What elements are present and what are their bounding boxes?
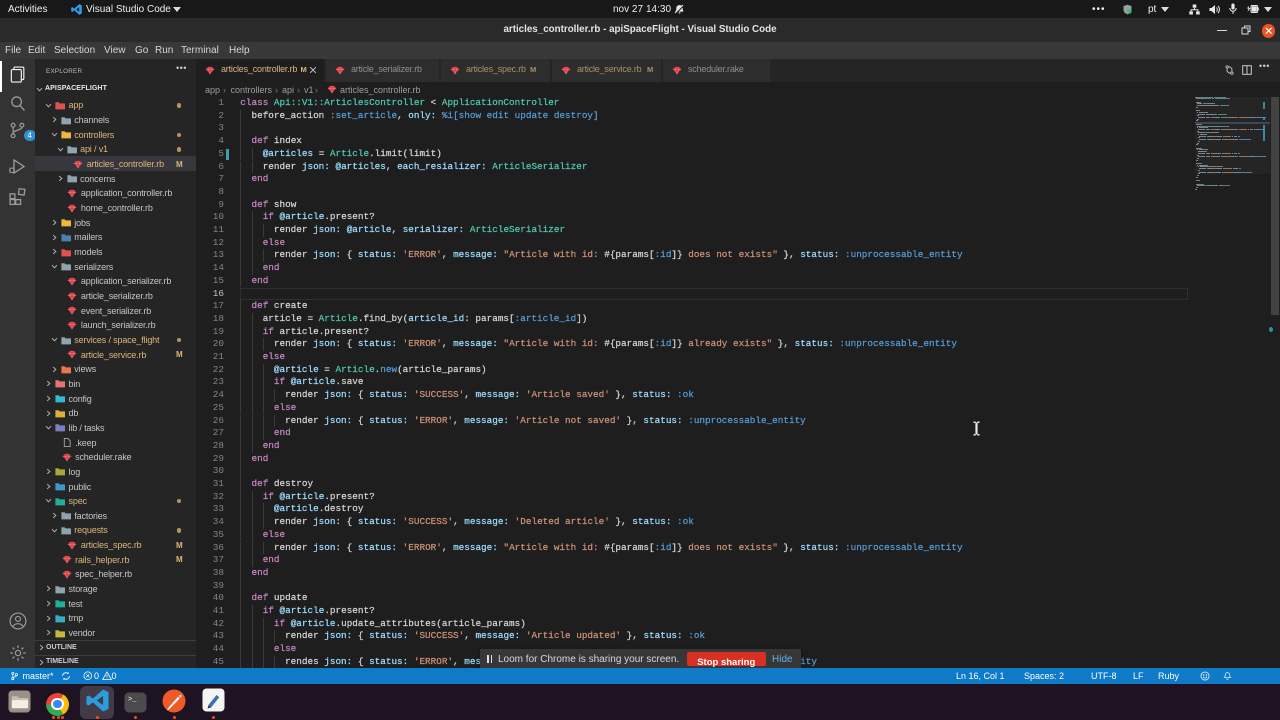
svg-text:>_: >_ <box>128 696 137 704</box>
